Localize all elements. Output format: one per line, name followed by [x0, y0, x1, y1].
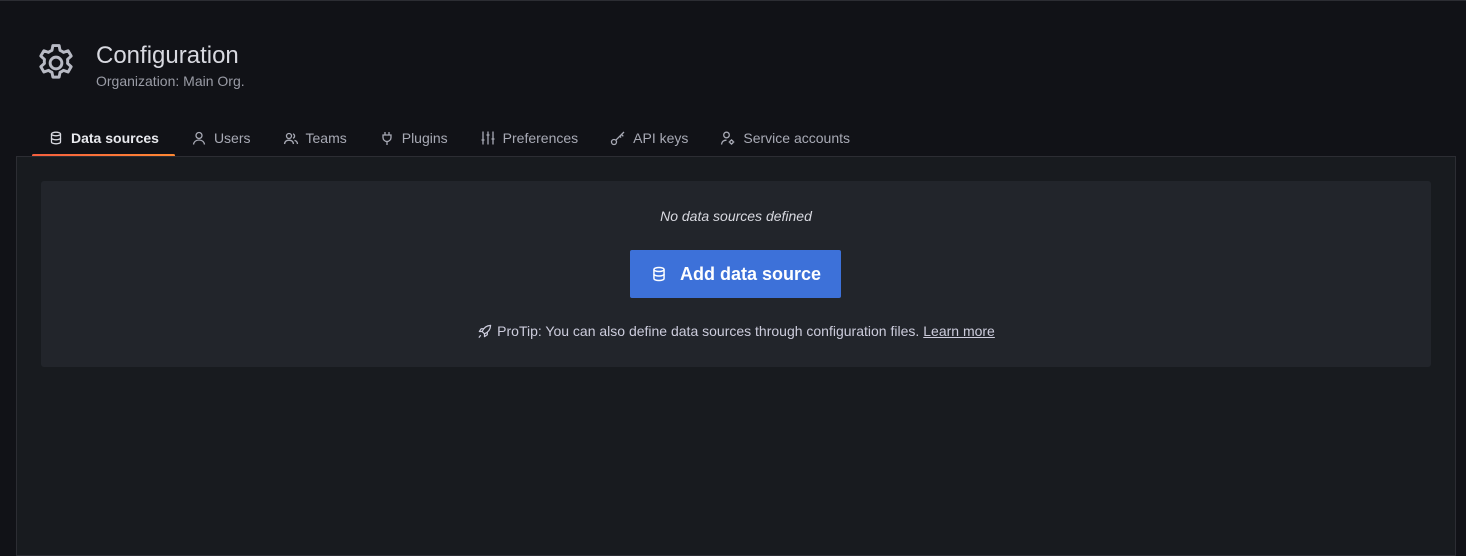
- rocket-icon: [477, 324, 492, 339]
- add-data-source-button[interactable]: Add data source: [630, 250, 841, 298]
- tab-label: Data sources: [71, 130, 159, 146]
- tab-plugins[interactable]: Plugins: [363, 119, 464, 157]
- page-subtitle: Organization: Main Org.: [96, 73, 245, 89]
- sliders-icon: [480, 130, 496, 146]
- empty-state-card: No data sources defined Add data source: [41, 181, 1431, 367]
- tab-label: Plugins: [401, 130, 448, 146]
- protip: ProTip: You can also define data sources…: [41, 323, 1431, 339]
- tab-label: API keys: [633, 130, 689, 146]
- tab-users[interactable]: Users: [175, 119, 267, 157]
- protip-text: ProTip: You can also define data sources…: [497, 323, 920, 339]
- empty-state-title: No data sources defined: [660, 208, 812, 224]
- tab-label: Preferences: [502, 130, 579, 146]
- user-icon: [191, 130, 207, 146]
- page-title: Configuration: [96, 42, 239, 69]
- tab-bar: Data sources Users Teams Plugins Prefere…: [32, 119, 866, 157]
- button-label: Add data source: [679, 263, 822, 284]
- tab-data-sources[interactable]: Data sources: [32, 119, 175, 157]
- plug-icon: [379, 130, 395, 146]
- key-icon: [610, 130, 626, 146]
- gear-icon: [34, 41, 78, 85]
- learn-more-link[interactable]: Learn more: [923, 323, 995, 339]
- tab-label: Service accounts: [743, 130, 850, 146]
- tab-label: Users: [213, 130, 251, 146]
- page-content: No data sources defined Add data source: [16, 156, 1456, 556]
- tab-api-keys[interactable]: API keys: [594, 119, 704, 157]
- tab-label: Teams: [305, 130, 347, 146]
- tab-service-accounts[interactable]: Service accounts: [704, 119, 866, 157]
- database-icon: [48, 130, 64, 146]
- tab-teams[interactable]: Teams: [267, 119, 363, 157]
- page-header: Configuration Organization: Main Org. Da…: [0, 1, 1466, 157]
- user-cog-icon: [720, 130, 736, 146]
- users-icon: [283, 130, 299, 146]
- tab-preferences[interactable]: Preferences: [464, 119, 594, 157]
- database-icon: [650, 265, 668, 283]
